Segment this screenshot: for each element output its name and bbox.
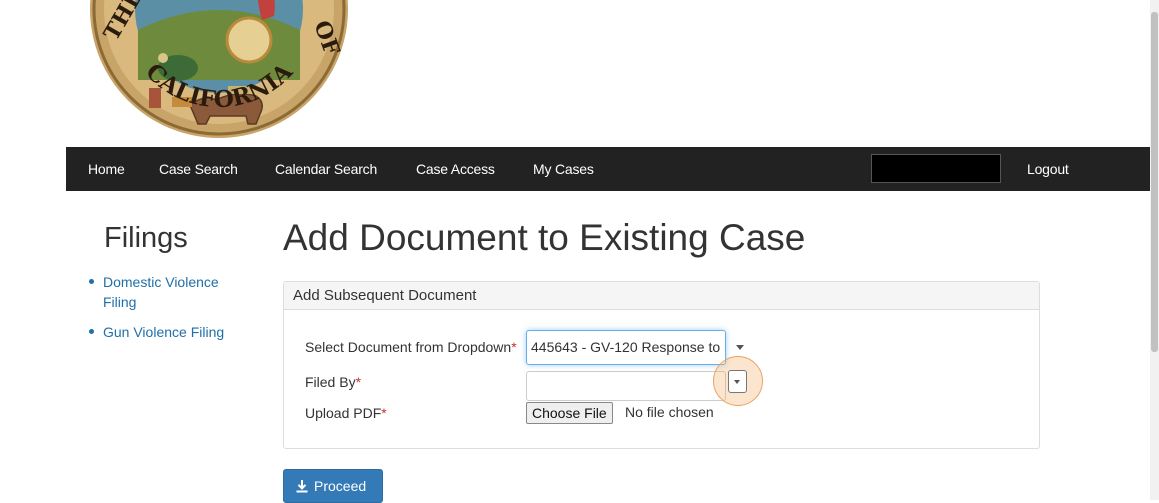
nav-logout[interactable]: Logout <box>1027 147 1069 191</box>
upload-pdf-label-text: Upload PDF <box>305 405 382 421</box>
sidebar-title: Filings <box>104 222 188 254</box>
download-icon <box>296 479 308 492</box>
upload-pdf-label: Upload PDF* <box>305 405 387 421</box>
nav-case-access[interactable]: Case Access <box>416 147 495 191</box>
top-navbar: Home Case Search Calendar Search Case Ac… <box>66 147 1150 191</box>
required-marker: * <box>355 374 362 390</box>
sidebar-link-domestic-violence[interactable]: Domestic Violence Filing <box>88 272 248 312</box>
required-marker: * <box>381 405 387 421</box>
filed-by-label: Filed By* <box>305 374 361 390</box>
nav-my-cases[interactable]: My Cases <box>533 147 594 191</box>
sidebar-link-gun-violence[interactable]: Gun Violence Filing <box>88 322 248 342</box>
document-select-label: Select Document from Dropdown* <box>305 339 517 355</box>
document-select[interactable]: 445643 - GV-120 Response to Petition for… <box>526 330 726 365</box>
required-marker: * <box>511 339 517 355</box>
sidebar-link-list: Domestic Violence Filing Gun Violence Fi… <box>88 272 248 352</box>
proceed-button[interactable]: Proceed <box>283 469 383 503</box>
state-seal-logo: CALIFORNIA THE OF <box>86 0 352 138</box>
filed-by-dropdown-button[interactable] <box>728 370 747 393</box>
chevron-down-icon[interactable] <box>736 345 744 350</box>
filed-by-field[interactable] <box>526 371 726 401</box>
nav-home[interactable]: Home <box>88 147 125 191</box>
document-select-label-text: Select Document from Dropdown <box>305 339 512 355</box>
page-title: Add Document to Existing Case <box>283 217 806 258</box>
choose-file-button[interactable]: Choose File <box>526 402 613 424</box>
redacted-user-name <box>871 154 1001 183</box>
panel-heading: Add Subsequent Document <box>284 282 1039 310</box>
filed-by-label-text: Filed By <box>305 374 356 390</box>
add-document-panel: Add Subsequent Document <box>283 281 1040 449</box>
proceed-label: Proceed <box>314 478 367 494</box>
page-scrollbar[interactable] <box>1150 0 1159 500</box>
nav-case-search[interactable]: Case Search <box>159 147 238 191</box>
nav-calendar-search[interactable]: Calendar Search <box>275 147 377 191</box>
scrollbar-thumb[interactable] <box>1151 12 1158 352</box>
no-file-status: No file chosen <box>625 404 714 420</box>
